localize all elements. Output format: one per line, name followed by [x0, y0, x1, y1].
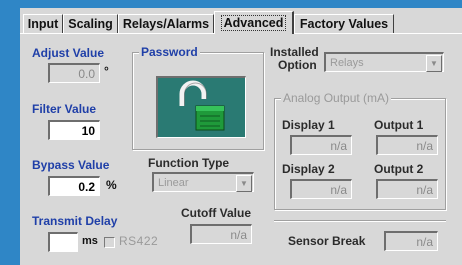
- filter-value-text: 10: [81, 123, 95, 138]
- settings-dialog: Input Scaling Relays/Alarms Advanced Fac…: [20, 8, 462, 265]
- tab-input[interactable]: Input: [23, 14, 63, 33]
- analog-output-title: Analog Output (mA): [281, 91, 392, 105]
- rs422-label: RS422: [119, 234, 159, 248]
- app-background: Input Scaling Relays/Alarms Advanced Fac…: [0, 0, 462, 265]
- function-type-value: Linear: [158, 176, 189, 189]
- installed-option-select[interactable]: Relays ▼: [324, 52, 444, 72]
- bypass-value-text: 0.2: [78, 179, 95, 194]
- tab-relays-alarms[interactable]: Relays/Alarms: [118, 14, 214, 33]
- transmit-delay-input[interactable]: [48, 232, 78, 252]
- function-type-label: Function Type: [148, 156, 230, 170]
- function-type-select[interactable]: Linear ▼: [152, 172, 254, 192]
- adjust-value-unit: °: [104, 64, 109, 78]
- bypass-value-label: Bypass Value: [32, 158, 110, 172]
- output1-text: n/a: [416, 138, 433, 153]
- password-group: Password: [132, 45, 264, 150]
- tab-advanced-label: Advanced: [220, 15, 287, 31]
- bypass-value-unit: %: [106, 178, 117, 192]
- installed-option-value: Relays: [330, 56, 364, 69]
- transmit-delay-label: Transmit Delay: [32, 214, 118, 228]
- bypass-value-input[interactable]: 0.2: [48, 176, 100, 196]
- installed-option-label: Installed Option: [270, 46, 319, 72]
- chevron-down-icon[interactable]: ▼: [236, 175, 252, 192]
- tab-factory-values-label: Factory Values: [299, 17, 389, 31]
- adjust-value-label: Adjust Value: [32, 46, 105, 60]
- tab-advanced[interactable]: Advanced: [214, 11, 294, 34]
- chevron-down-icon[interactable]: ▼: [426, 55, 442, 72]
- output2-text: n/a: [416, 182, 433, 197]
- unlocked-padlock-icon: [179, 80, 225, 131]
- display2-text: n/a: [330, 182, 347, 197]
- cutoff-value-text: n/a: [230, 227, 247, 242]
- display2-field: n/a: [290, 179, 352, 199]
- installed-option-label-line2: Option: [278, 58, 317, 72]
- adjust-value-text: 0.0: [78, 66, 95, 81]
- tab-scaling-label: Scaling: [68, 17, 113, 31]
- display1-text: n/a: [330, 138, 347, 153]
- password-lock-button[interactable]: [156, 76, 246, 138]
- transmit-delay-unit: ms: [82, 235, 98, 247]
- filter-value-input[interactable]: 10: [48, 120, 100, 140]
- adjust-value-field: 0.0: [48, 63, 100, 83]
- advanced-panel: Adjust Value 0.0 ° Filter Value 10 Bypas…: [20, 33, 462, 265]
- output2-field: n/a: [376, 179, 438, 199]
- sensor-break-field: n/a: [384, 231, 438, 251]
- output1-label: Output 1: [374, 118, 424, 132]
- rs422-checkbox[interactable]: [104, 237, 115, 248]
- tab-bar: Input Scaling Relays/Alarms Advanced Fac…: [20, 10, 462, 34]
- cutoff-value-field: n/a: [190, 224, 252, 244]
- output1-field: n/a: [376, 135, 438, 155]
- sensor-break-label: Sensor Break: [288, 234, 366, 248]
- filter-value-label: Filter Value: [32, 102, 97, 116]
- tab-scaling[interactable]: Scaling: [63, 14, 118, 33]
- password-title: Password: [139, 45, 200, 59]
- display1-label: Display 1: [282, 118, 335, 132]
- display2-label: Display 2: [282, 162, 335, 176]
- output2-label: Output 2: [374, 162, 424, 176]
- tab-relays-alarms-label: Relays/Alarms: [122, 17, 210, 31]
- tab-factory-values[interactable]: Factory Values: [294, 14, 394, 33]
- display1-field: n/a: [290, 135, 352, 155]
- tab-input-label: Input: [27, 17, 59, 31]
- cutoff-value-label: Cutoff Value: [181, 206, 252, 220]
- sensor-break-text: n/a: [416, 234, 433, 249]
